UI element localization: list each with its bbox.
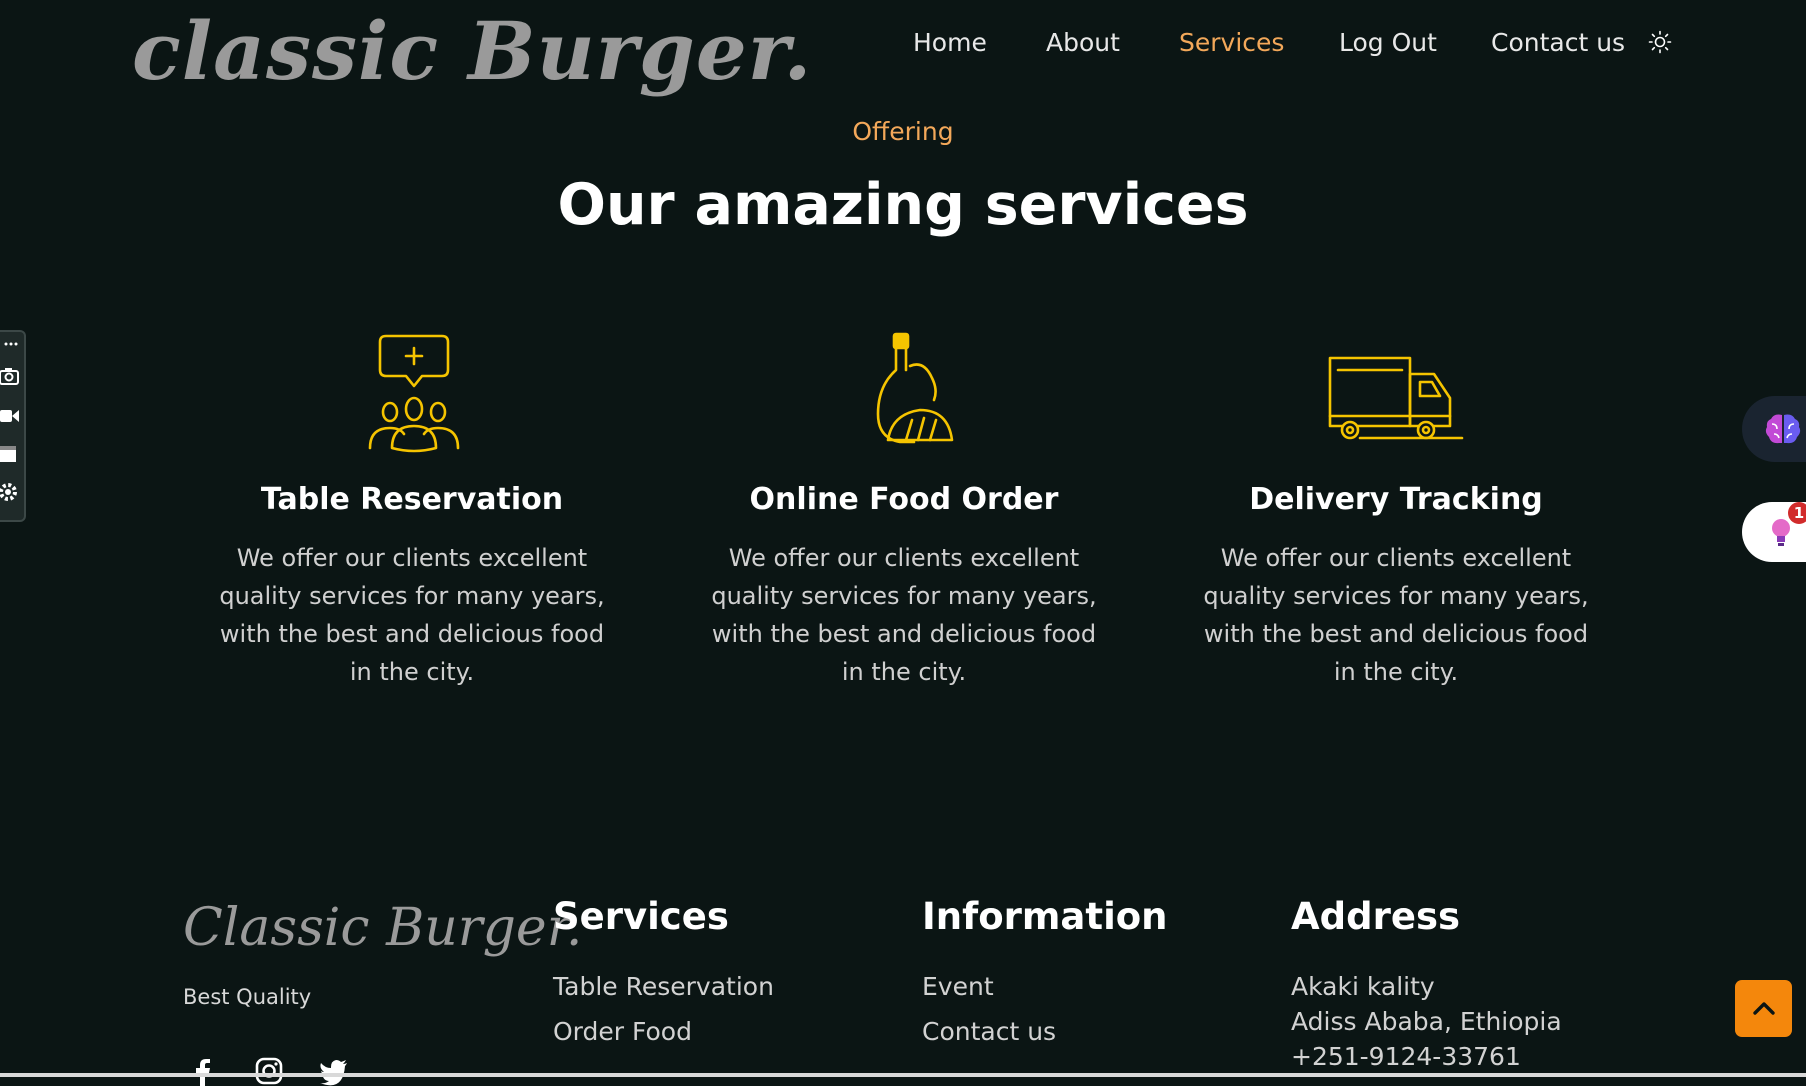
service-card-delivery-tracking: Delivery Tracking We offer our clients e… — [1186, 330, 1606, 691]
address-line: Adiss Ababa, Ethiopia — [1291, 1007, 1562, 1036]
camera-icon[interactable] — [0, 366, 20, 386]
chevron-up-icon — [1753, 1002, 1775, 1015]
service-card-title: Delivery Tracking — [1249, 482, 1543, 517]
brain-extension-button[interactable] — [1742, 396, 1806, 462]
footer-logo[interactable]: Classic Burger. — [183, 898, 582, 958]
window-bottom-edge — [0, 1073, 1806, 1077]
window-icon[interactable] — [0, 444, 20, 464]
footer-column-information: Information Event Contact us — [922, 895, 1168, 1046]
section-title: Our amazing services — [557, 172, 1249, 238]
table-reservation-icon — [368, 334, 460, 453]
footer-column-title: Services — [553, 895, 729, 938]
sun-icon[interactable] — [1648, 30, 1672, 54]
footer-column-services: Services Table Reservation Order Food — [553, 895, 774, 1046]
nav-about[interactable]: About — [1046, 28, 1120, 62]
notification-badge: 1 — [1788, 502, 1806, 524]
nav-services[interactable]: Services — [1179, 28, 1284, 62]
facebook-icon[interactable] — [188, 1056, 218, 1086]
footer-column-title: Information — [922, 895, 1168, 938]
instagram-icon[interactable] — [254, 1056, 284, 1086]
address-line: Akaki kality — [1291, 972, 1435, 1001]
service-card-text: We offer our clients excellent quality s… — [219, 544, 605, 686]
footer-link-order-food[interactable]: Order Food — [553, 1017, 774, 1046]
scroll-to-top-button[interactable] — [1735, 980, 1792, 1037]
nav-log-out[interactable]: Log Out — [1339, 28, 1437, 62]
service-card-text: We offer our clients excellent quality s… — [1203, 544, 1589, 686]
brain-icon — [1765, 414, 1801, 444]
section-eyebrow: Offering — [852, 117, 954, 146]
service-card-online-food-order: Online Food Order We offer our clients e… — [694, 330, 1114, 691]
footer-link-contact-us[interactable]: Contact us — [922, 1017, 1168, 1046]
footer-tagline: Best Quality — [183, 985, 312, 1009]
service-card-text: We offer our clients excellent quality s… — [711, 544, 1097, 686]
address-phone: +251-9124-33761 — [1291, 1042, 1521, 1071]
lightbulb-icon — [1772, 519, 1790, 546]
footer-link-table-reservation[interactable]: Table Reservation — [553, 972, 774, 1001]
service-card-title: Table Reservation — [260, 482, 564, 517]
settings-gear-icon[interactable] — [0, 482, 20, 502]
service-card-title: Online Food Order — [749, 482, 1059, 517]
delivery-truck-icon — [1328, 356, 1464, 440]
twitter-icon[interactable] — [319, 1056, 349, 1086]
nav-contact-us[interactable]: Contact us — [1491, 28, 1625, 62]
food-order-icon — [876, 332, 954, 444]
video-icon[interactable] — [0, 406, 20, 426]
footer-link-event[interactable]: Event — [922, 972, 1168, 1001]
footer-column-title: Address — [1291, 895, 1460, 938]
site-logo[interactable]: classic Burger. — [132, 4, 812, 98]
more-icon[interactable] — [0, 334, 20, 354]
service-card-table-reservation: Table Reservation We offer our clients e… — [202, 330, 622, 691]
recorder-toolbar — [0, 330, 26, 522]
nav-home[interactable]: Home — [913, 28, 987, 62]
footer-column-address: Address Akaki kality Adiss Ababa, Ethiop… — [1291, 895, 1562, 1071]
